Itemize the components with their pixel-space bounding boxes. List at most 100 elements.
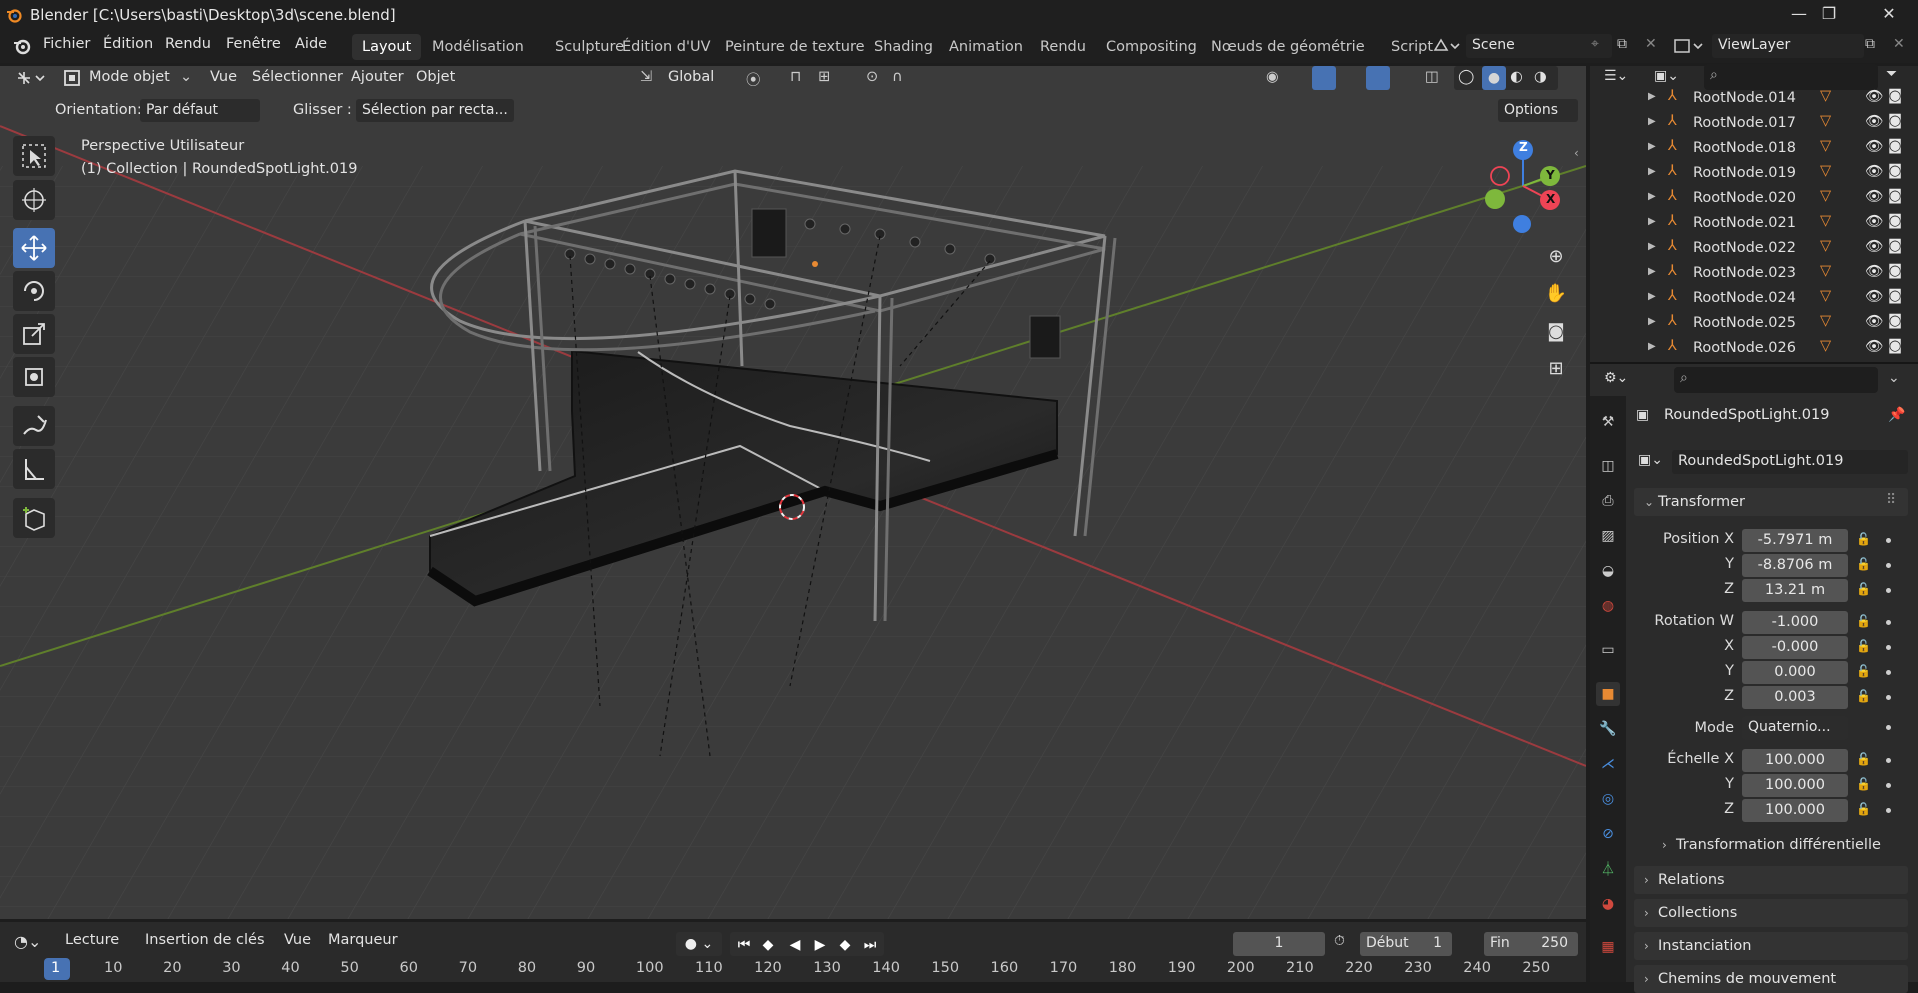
outliner-row[interactable]: ▶ ⅄ RootNode.022 ▽ 👁 ◙ [1590, 237, 1918, 262]
solid-shading-icon[interactable]: ● [1482, 66, 1506, 90]
outliner-row[interactable]: ▶ ⅄ RootNode.020 ▽ 👁 ◙ [1590, 187, 1918, 212]
outliner-row[interactable]: ▶ ⅄ RootNode.025 ▽ 👁 ◙ [1590, 312, 1918, 337]
render-icon[interactable]: ◙ [1888, 238, 1902, 254]
outliner-display-mode-icon[interactable]: ▣⌄ [1654, 68, 1679, 84]
orientation-dropdown[interactable]: Par défaut [140, 99, 260, 122]
play-reverse-icon[interactable]: ◀ [785, 934, 805, 956]
scene-tab-icon[interactable]: ◒ [1596, 559, 1620, 583]
outliner-row[interactable]: ▶ ⅄ RootNode.017 ▽ 👁 ◙ [1590, 112, 1918, 137]
properties-options-icon[interactable]: ⌄ [1888, 370, 1900, 386]
lock-icon[interactable]: 🔓 [1856, 777, 1872, 793]
motion-paths-panel-header[interactable]: › Chemins de mouvement [1634, 965, 1908, 993]
scale-x-field[interactable]: 100.000 [1742, 749, 1848, 772]
keyframe-dot-icon[interactable] [1886, 808, 1891, 813]
output-tab-icon[interactable]: ⎙ [1596, 489, 1620, 513]
properties-search-input[interactable]: ⌕ [1674, 367, 1878, 393]
tab-peinture-texture[interactable]: Peinture de texture [715, 34, 875, 60]
snap-icon[interactable]: ⊓ [790, 69, 801, 85]
next-keyframe-icon[interactable]: ◆ [835, 934, 855, 956]
sidebar-toggle-icon[interactable]: ‹ [1574, 146, 1579, 160]
lock-icon[interactable]: 🔓 [1856, 664, 1872, 680]
scale-tool[interactable] [13, 314, 55, 354]
current-frame-field[interactable]: 1 [1233, 932, 1325, 956]
eye-icon[interactable]: 👁 [1865, 288, 1883, 305]
menu-vue[interactable]: Vue [210, 69, 237, 85]
annotate-tool[interactable] [13, 406, 55, 446]
maximize-button[interactable]: ❐ [1800, 0, 1858, 30]
pin-icon[interactable]: 📌 [1888, 407, 1905, 423]
position-x-field[interactable]: -5.7971 m [1742, 529, 1848, 552]
keyframe-dot-icon[interactable] [1886, 538, 1891, 543]
eye-icon[interactable]: 👁 [1865, 313, 1883, 330]
object-name-field[interactable]: RoundedSpotLight.019 [1672, 450, 1908, 474]
world-tab-icon[interactable]: ◍ [1596, 594, 1620, 618]
expand-arrow-icon[interactable]: ▶ [1648, 141, 1656, 152]
timeline-menu-marqueur[interactable]: Marqueur [328, 932, 398, 948]
menu-fichier[interactable]: Fichier [43, 36, 90, 52]
drag-handle-icon[interactable]: ⠿ [1886, 492, 1896, 508]
menu-aide[interactable]: Aide [295, 36, 327, 52]
tab-layout[interactable]: Layout [352, 34, 422, 60]
timeline-editor-type-icon[interactable]: ◔⌄ [14, 932, 41, 951]
position-y-field[interactable]: -8.8706 m [1742, 554, 1848, 577]
tab-rendu[interactable]: Rendu [1030, 34, 1096, 60]
physics-tab-icon[interactable]: ◎ [1596, 787, 1620, 811]
lock-icon[interactable]: 🔓 [1856, 639, 1872, 655]
menu-ajouter[interactable]: Ajouter [351, 69, 404, 85]
properties-editor-type-icon[interactable]: ⚙⌄ [1604, 370, 1628, 386]
editor-type-icon[interactable] [14, 68, 50, 88]
render-icon[interactable]: ◙ [1888, 213, 1902, 229]
render-tab-icon[interactable]: ◫ [1596, 454, 1620, 478]
render-icon[interactable]: ◙ [1888, 313, 1902, 329]
rotation-w-field[interactable]: -1.000 [1742, 611, 1848, 634]
add-cube-tool[interactable] [13, 498, 55, 538]
close-button[interactable]: ✕ [1860, 0, 1918, 30]
timer-icon[interactable]: ⏱ [1334, 933, 1345, 949]
menu-selectionner[interactable]: Sélectionner [252, 69, 343, 85]
expand-arrow-icon[interactable]: ▶ [1648, 316, 1656, 327]
timeline-menu-insertion[interactable]: Insertion de clés [145, 932, 265, 948]
select-box-tool[interactable] [13, 136, 55, 176]
pin-scene-icon[interactable]: ⌖ [1591, 36, 1599, 52]
tab-modelisation[interactable]: Modélisation [422, 34, 534, 60]
blender-menu-icon[interactable] [12, 36, 32, 56]
material-tab-icon[interactable]: ◕ [1596, 892, 1620, 916]
lock-icon[interactable]: 🔓 [1856, 582, 1872, 598]
outliner-row[interactable]: ▶ ⅄ RootNode.026 ▽ 👁 ◙ [1590, 337, 1918, 362]
viewlayer-name-field[interactable]: ViewLayer [1712, 34, 1864, 58]
rotation-x-field[interactable]: -0.000 [1742, 636, 1848, 659]
menu-rendu[interactable]: Rendu [165, 36, 211, 52]
material-shading-icon[interactable]: ◐ [1510, 69, 1523, 85]
expand-arrow-icon[interactable]: ▶ [1648, 116, 1656, 127]
data-tab-icon[interactable]: ⏃ [1596, 857, 1620, 881]
render-icon[interactable]: ◙ [1888, 188, 1902, 204]
lock-icon[interactable]: 🔓 [1856, 614, 1872, 630]
tab-compositing[interactable]: Compositing [1096, 34, 1207, 60]
expand-arrow-icon[interactable]: ▶ [1648, 91, 1656, 102]
render-icon[interactable]: ◙ [1888, 163, 1902, 179]
falloff-icon[interactable]: ∩ [892, 69, 903, 85]
tool-tab-icon[interactable]: ⚒ [1596, 410, 1620, 434]
outliner-row[interactable]: ▶ ⅄ RootNode.014 ▽ 👁 ◙ [1590, 87, 1918, 112]
xray-icon[interactable]: ◫ [1425, 69, 1439, 85]
proportional-edit-icon[interactable]: ⊙ [866, 69, 878, 85]
new-scene-icon[interactable]: ⧉ [1617, 36, 1627, 52]
render-icon[interactable]: ◙ [1888, 263, 1902, 279]
outliner-editor-type-icon[interactable]: ☰⌄ [1604, 68, 1628, 84]
keyframe-dot-icon[interactable] [1886, 758, 1891, 763]
lock-icon[interactable]: 🔓 [1856, 557, 1872, 573]
scale-z-field[interactable]: 100.000 [1742, 799, 1848, 822]
overlay-toggle-button[interactable] [1366, 66, 1390, 90]
expand-arrow-icon[interactable]: ▶ [1648, 341, 1656, 352]
eye-icon[interactable]: 👁 [1865, 138, 1883, 155]
options-dropdown[interactable]: Options [1498, 99, 1578, 122]
render-icon[interactable]: ◙ [1888, 113, 1902, 129]
eye-icon[interactable]: 👁 [1865, 188, 1883, 205]
render-icon[interactable]: ◙ [1888, 288, 1902, 304]
eye-icon[interactable]: 👁 [1865, 88, 1883, 105]
menu-edition[interactable]: Édition [103, 36, 153, 52]
instancing-panel-header[interactable]: › Instanciation [1634, 932, 1908, 960]
outliner-row[interactable]: ▶ ⅄ RootNode.018 ▽ 👁 ◙ [1590, 137, 1918, 162]
lock-icon[interactable]: 🔓 [1856, 752, 1872, 768]
eye-icon[interactable]: 👁 [1865, 113, 1883, 130]
